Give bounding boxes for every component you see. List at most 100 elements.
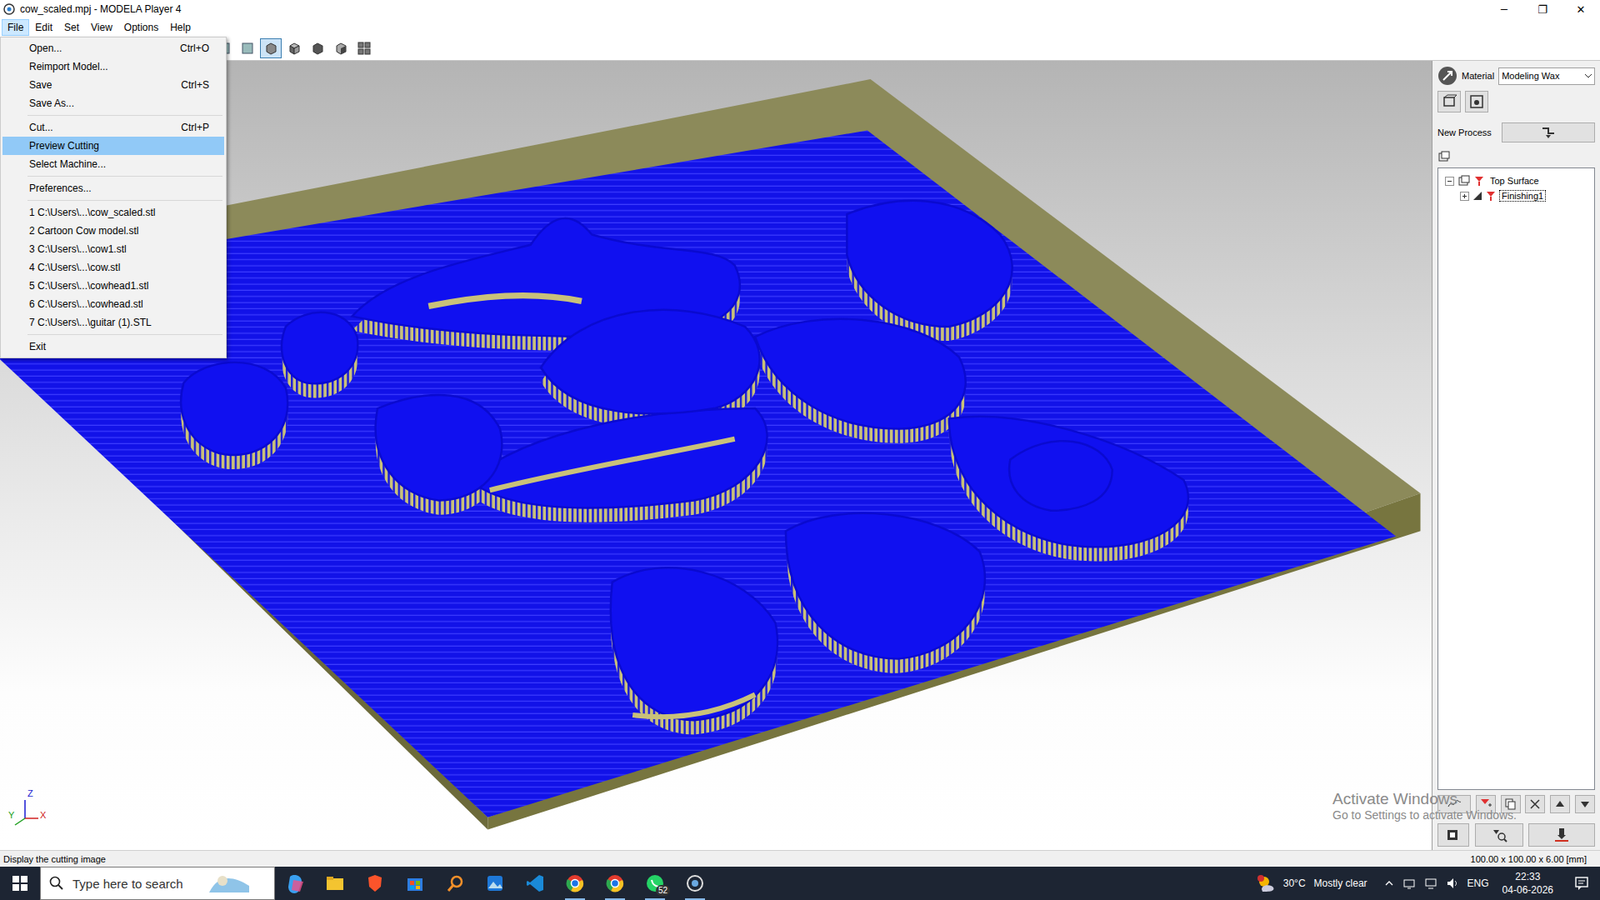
- photos-taskbar-button[interactable]: [475, 866, 515, 900]
- menu-entry-label: 3 C:\Users\...\cow1.stl: [29, 243, 127, 255]
- menu-shortcut: Ctrl+P: [164, 121, 210, 134]
- watermark-title: Activate Windows: [1332, 790, 1517, 809]
- menu-entry-label: Open...: [29, 42, 62, 55]
- network-icon: [1424, 876, 1438, 890]
- notification-icon: [1574, 875, 1590, 891]
- down-button[interactable]: [1575, 795, 1595, 814]
- store-taskbar-button[interactable]: [395, 866, 435, 900]
- brave-icon: [365, 873, 385, 894]
- vscode-taskbar-button[interactable]: [515, 866, 555, 900]
- tree-node[interactable]: Top Surface: [1441, 173, 1591, 189]
- search-app-taskbar-button[interactable]: [435, 866, 475, 900]
- zoom-button[interactable]: [1475, 823, 1524, 847]
- menu-entry[interactable]: Exit: [2, 337, 225, 356]
- file-explorer-icon: [325, 873, 345, 894]
- brave-taskbar-button[interactable]: [355, 866, 395, 900]
- menu-item[interactable]: Options: [118, 19, 165, 36]
- chrome-profile-icon: [605, 873, 625, 894]
- new-process-button[interactable]: [1501, 122, 1595, 143]
- add-button[interactable]: [1475, 795, 1496, 814]
- menu-entry-label: Preview Cutting: [29, 140, 100, 152]
- model-icon: [1441, 94, 1457, 110]
- clock-time: 22:33: [1515, 870, 1540, 884]
- machine-icon: [1469, 94, 1485, 110]
- menu-entry-label: Select Machine...: [29, 158, 106, 170]
- menu-separator: [27, 334, 223, 335]
- view-button[interactable]: [330, 38, 352, 59]
- taskbar: 5230°CMostly clearENG22:3304-06-2026: [0, 866, 1600, 900]
- model-button[interactable]: [1437, 90, 1461, 113]
- menu-entry-label: Reimport Model...: [29, 60, 109, 73]
- menu-entry[interactable]: 3 C:\Users\...\cow1.stl: [2, 240, 225, 259]
- menu-item[interactable]: View: [85, 19, 119, 36]
- material-icon: [1437, 65, 1458, 86]
- unread-badge: 52: [655, 885, 670, 896]
- minimize-button[interactable]: ─: [1485, 0, 1524, 19]
- system-tray: 30°CMostly clearENG22:3304-06-2026: [1256, 866, 1600, 900]
- machine-button[interactable]: [1465, 90, 1489, 113]
- preview-button[interactable]: [1437, 823, 1470, 847]
- menu-entry[interactable]: Save As...: [2, 94, 225, 113]
- menu-shortcut: Ctrl+O: [163, 42, 210, 55]
- wave-button[interactable]: [1437, 795, 1471, 814]
- menu-entry[interactable]: 2 Cartoon Cow model.stl: [2, 221, 225, 240]
- model-walls: [180, 215, 1189, 735]
- whatsapp-taskbar-button[interactable]: 52: [635, 866, 675, 900]
- material-dropdown[interactable]: Modeling Wax: [1498, 67, 1595, 85]
- copy-button[interactable]: [1500, 795, 1521, 814]
- tree-node[interactable]: Finishing1: [1441, 188, 1591, 204]
- menu-entry[interactable]: SaveCtrl+S: [2, 75, 225, 95]
- expand-icon[interactable]: [1460, 191, 1470, 201]
- restore-button[interactable]: ❐: [1523, 0, 1562, 19]
- new-process-label: New Process: [1437, 127, 1492, 138]
- file-explorer-taskbar-button[interactable]: [315, 866, 355, 900]
- copilot-taskbar-button[interactable]: [275, 866, 315, 900]
- search-input[interactable]: [72, 876, 198, 891]
- chrome-taskbar-button[interactable]: [555, 866, 595, 900]
- menu-entry[interactable]: Reimport Model...: [2, 57, 225, 76]
- view-button[interactable]: [260, 38, 282, 59]
- view-button[interactable]: [353, 38, 375, 59]
- menu-entry[interactable]: 1 C:\Users\...\cow_scaled.stl: [2, 203, 225, 222]
- menu-entry[interactable]: Open... Ctrl+O: [2, 39, 225, 58]
- up-button[interactable]: [1550, 795, 1570, 814]
- tool-button[interactable]: [236, 38, 259, 59]
- menu-item[interactable]: Set: [58, 19, 85, 36]
- axis-indicator: ZYX: [8, 793, 50, 830]
- clock[interactable]: 22:3304-06-2026: [1497, 870, 1559, 897]
- menu-entry-label: Save: [29, 79, 52, 91]
- preview-icon: [1445, 827, 1462, 843]
- menu-entry-label: 5 C:\Users\...\cowhead1.stl: [29, 280, 149, 292]
- menu-entry[interactable]: 6 C:\Users\...\cowhead.stl: [2, 295, 225, 314]
- menu-entry[interactable]: Preview Cutting: [2, 136, 225, 155]
- delete-button[interactable]: [1525, 795, 1545, 814]
- chevron-up-icon: [1384, 878, 1395, 889]
- up-icon: [1552, 796, 1568, 812]
- close-button[interactable]: ✕: [1561, 0, 1600, 19]
- view-button[interactable]: [283, 38, 305, 59]
- menu-entry-label: 6 C:\Users\...\cowhead.stl: [29, 298, 144, 310]
- tree-label: Top Surface: [1487, 175, 1542, 187]
- menu-entry[interactable]: Preferences...: [2, 179, 225, 198]
- menu-item[interactable]: Edit: [29, 19, 59, 36]
- chrome-profile-taskbar-button[interactable]: [595, 866, 635, 900]
- tree-toolbar: [1437, 795, 1595, 814]
- view-cube-icon: [263, 40, 279, 56]
- menu-entry[interactable]: 4 C:\Users\...\cow.stl: [2, 258, 225, 277]
- start-button[interactable]: [0, 866, 40, 900]
- language-indicator[interactable]: ENG: [1467, 877, 1490, 890]
- modela-player-taskbar-button[interactable]: [675, 866, 715, 900]
- menu-entry[interactable]: Cut...Ctrl+P: [2, 118, 225, 137]
- copilot-icon: [285, 873, 305, 894]
- collapse-icon[interactable]: [1445, 176, 1455, 186]
- menu-entry[interactable]: 5 C:\Users\...\cowhead1.stl: [2, 276, 225, 295]
- menu-item[interactable]: File: [1, 19, 30, 36]
- menu-entry-label: 7 C:\Users\...\guitar (1).STL: [29, 316, 152, 329]
- process-tab-icon: [1437, 150, 1451, 163]
- view-button[interactable]: [306, 38, 329, 59]
- notifications-button[interactable]: [1566, 875, 1597, 891]
- menu-entry[interactable]: 7 C:\Users\...\guitar (1).STL: [2, 313, 225, 332]
- menu-entry[interactable]: Select Machine...: [2, 155, 225, 174]
- cut-button[interactable]: [1528, 823, 1595, 847]
- menu-item[interactable]: Help: [164, 19, 197, 36]
